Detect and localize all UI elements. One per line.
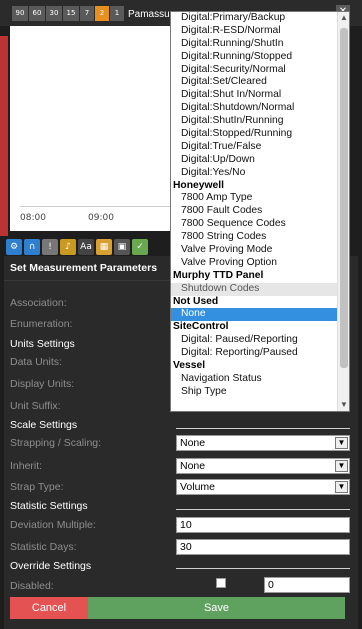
dropdown-options: Digital:Primary/Backup Digital:R-ESD/Norm… — [171, 12, 337, 399]
data-units-label: Data Units: — [10, 356, 62, 368]
unit-suffix-label: Unit Suffix: — [10, 400, 61, 412]
dropdown-option[interactable]: 7800 Fault Codes — [171, 205, 337, 218]
inherit-label: Inherit: — [10, 460, 43, 472]
deviation-multiple-input[interactable]: 10 — [176, 517, 350, 533]
chevron-down-icon: ▼ — [335, 481, 348, 493]
association-label: Association: — [10, 297, 67, 309]
dropdown-scrollbar[interactable]: ▲ ▼ — [337, 12, 349, 411]
x-tick-label: 09:00 — [88, 213, 114, 223]
dropdown-option[interactable]: Ship Type — [171, 386, 337, 399]
dropdown-group-header: Not Used — [173, 295, 219, 307]
x-tick-label: 08:00 — [20, 213, 46, 223]
dropdown-option[interactable]: Shutdown Codes — [171, 282, 337, 296]
dropdown-option[interactable]: Digital:Running/ShutIn — [171, 38, 337, 51]
cancel-button[interactable]: Cancel — [10, 597, 88, 619]
dropdown-option[interactable]: Valve Proving Option — [171, 257, 337, 270]
inherit-value: None — [180, 460, 206, 472]
disabled-value-input[interactable]: 0 — [264, 577, 350, 593]
scale-settings-heading: Scale Settings — [10, 419, 78, 431]
bell-icon[interactable]: ♪ — [60, 239, 76, 255]
save-button[interactable]: Save — [88, 597, 345, 619]
scroll-up-icon[interactable]: ▲ — [338, 12, 349, 24]
scrollbar-thumb[interactable] — [340, 28, 348, 368]
time-range-button-15[interactable]: 15 — [63, 6, 79, 21]
divider — [176, 509, 350, 510]
strap-type-select[interactable]: Volume ▼ — [176, 479, 350, 495]
dropdown-option[interactable]: Digital:True/False — [171, 141, 337, 154]
window-title: Pamassus — [128, 9, 175, 20]
chevron-down-icon: ▼ — [335, 437, 348, 449]
warning-icon[interactable]: ! — [42, 239, 58, 255]
units-settings-heading: Units Settings — [10, 338, 75, 350]
strap-type-label: Strap Type: — [10, 481, 64, 493]
dropdown-option[interactable]: 7800 Sequence Codes — [171, 218, 337, 231]
dropdown-option[interactable]: Digital: Paused/Reporting — [171, 334, 337, 347]
dropdown-option[interactable]: Digital:Running/Stopped — [171, 51, 337, 64]
time-range-buttons: 90 60 30 15 7 2 1 — [12, 6, 124, 21]
check-icon[interactable]: ✓ — [132, 239, 148, 255]
time-range-button-30[interactable]: 30 — [46, 6, 62, 21]
dropdown-option[interactable]: None — [171, 308, 337, 322]
display-units-label: Display Units: — [10, 378, 75, 390]
dropdown-option[interactable]: Digital:Up/Down — [171, 154, 337, 167]
dropdown-option[interactable]: Digital:Shutdown/Normal — [171, 102, 337, 115]
time-range-button-60[interactable]: 60 — [29, 6, 45, 21]
time-range-button-90[interactable]: 90 — [12, 6, 28, 21]
scroll-down-icon[interactable]: ▼ — [338, 399, 349, 411]
dropdown-group-header: Murphy TTD Panel — [173, 269, 264, 281]
dropdown-option[interactable]: Digital:R-ESD/Normal — [171, 25, 337, 38]
statistic-days-input[interactable]: 30 — [176, 539, 350, 555]
time-range-button-1[interactable]: 1 — [110, 6, 124, 21]
chevron-down-icon: ▼ — [335, 460, 348, 472]
enumeration-label: Enumeration: — [10, 318, 73, 330]
deviation-multiple-label: Deviation Multiple: — [10, 519, 96, 531]
panel-title: Set Measurement Parameters — [10, 262, 158, 274]
dropdown-group-header: Honeywell — [173, 179, 224, 191]
dropdown-option[interactable]: Digital:Yes/No — [171, 167, 337, 180]
monitor-icon[interactable]: ▣ — [114, 239, 130, 255]
disabled-label: Disabled: — [10, 580, 54, 592]
strap-type-value: Volume — [180, 481, 216, 493]
dropdown-option[interactable]: Digital:Security/Normal — [171, 64, 337, 77]
divider — [176, 568, 350, 569]
override-settings-heading: Override Settings — [10, 560, 92, 572]
time-range-button-7[interactable]: 7 — [80, 6, 94, 21]
grid-icon[interactable]: ▦ — [96, 239, 112, 255]
dropdown-option[interactable]: 7800 Amp Type — [171, 192, 337, 205]
disabled-checkbox[interactable] — [216, 578, 226, 588]
strapping-select[interactable]: None ▼ — [176, 435, 350, 451]
dropdown-option[interactable]: Valve Proving Mode — [171, 244, 337, 257]
dropdown-option[interactable]: Digital:Stopped/Running — [171, 128, 337, 141]
time-range-button-2[interactable]: 2 — [95, 6, 109, 21]
magnet-icon[interactable]: ∩ — [24, 239, 40, 255]
settings-icon[interactable]: ⚙ — [6, 239, 22, 255]
divider — [176, 428, 350, 429]
inherit-select[interactable]: None ▼ — [176, 458, 350, 474]
divider — [4, 280, 170, 281]
dropdown-option[interactable]: Digital:Set/Cleared — [171, 76, 337, 89]
font-icon[interactable]: Aa — [78, 239, 94, 255]
statistic-settings-heading: Statistic Settings — [10, 500, 88, 512]
enumeration-dropdown-list[interactable]: Digital:Primary/Backup Digital:R-ESD/Norm… — [170, 11, 350, 412]
dropdown-option[interactable]: Digital:Primary/Backup — [171, 12, 337, 25]
statistic-days-label: Statistic Days: — [10, 541, 77, 553]
strapping-value: None — [180, 437, 206, 449]
dropdown-option[interactable]: Digital: Reporting/Paused — [171, 347, 337, 360]
dropdown-group-header: SiteControl — [173, 321, 229, 333]
strapping-label: Strapping / Scaling: — [10, 437, 102, 449]
left-edge-strip — [0, 36, 8, 236]
icon-toolbar: ⚙ ∩ ! ♪ Aa ▦ ▣ ✓ — [6, 238, 186, 256]
dropdown-option[interactable]: Digital:ShutIn/Running — [171, 115, 337, 128]
dropdown-option[interactable]: 7800 String Codes — [171, 231, 337, 244]
dropdown-option[interactable]: Digital:Shut In/Normal — [171, 89, 337, 102]
dropdown-option[interactable]: Navigation Status — [171, 373, 337, 386]
dropdown-group-header: Vessel — [173, 360, 206, 372]
